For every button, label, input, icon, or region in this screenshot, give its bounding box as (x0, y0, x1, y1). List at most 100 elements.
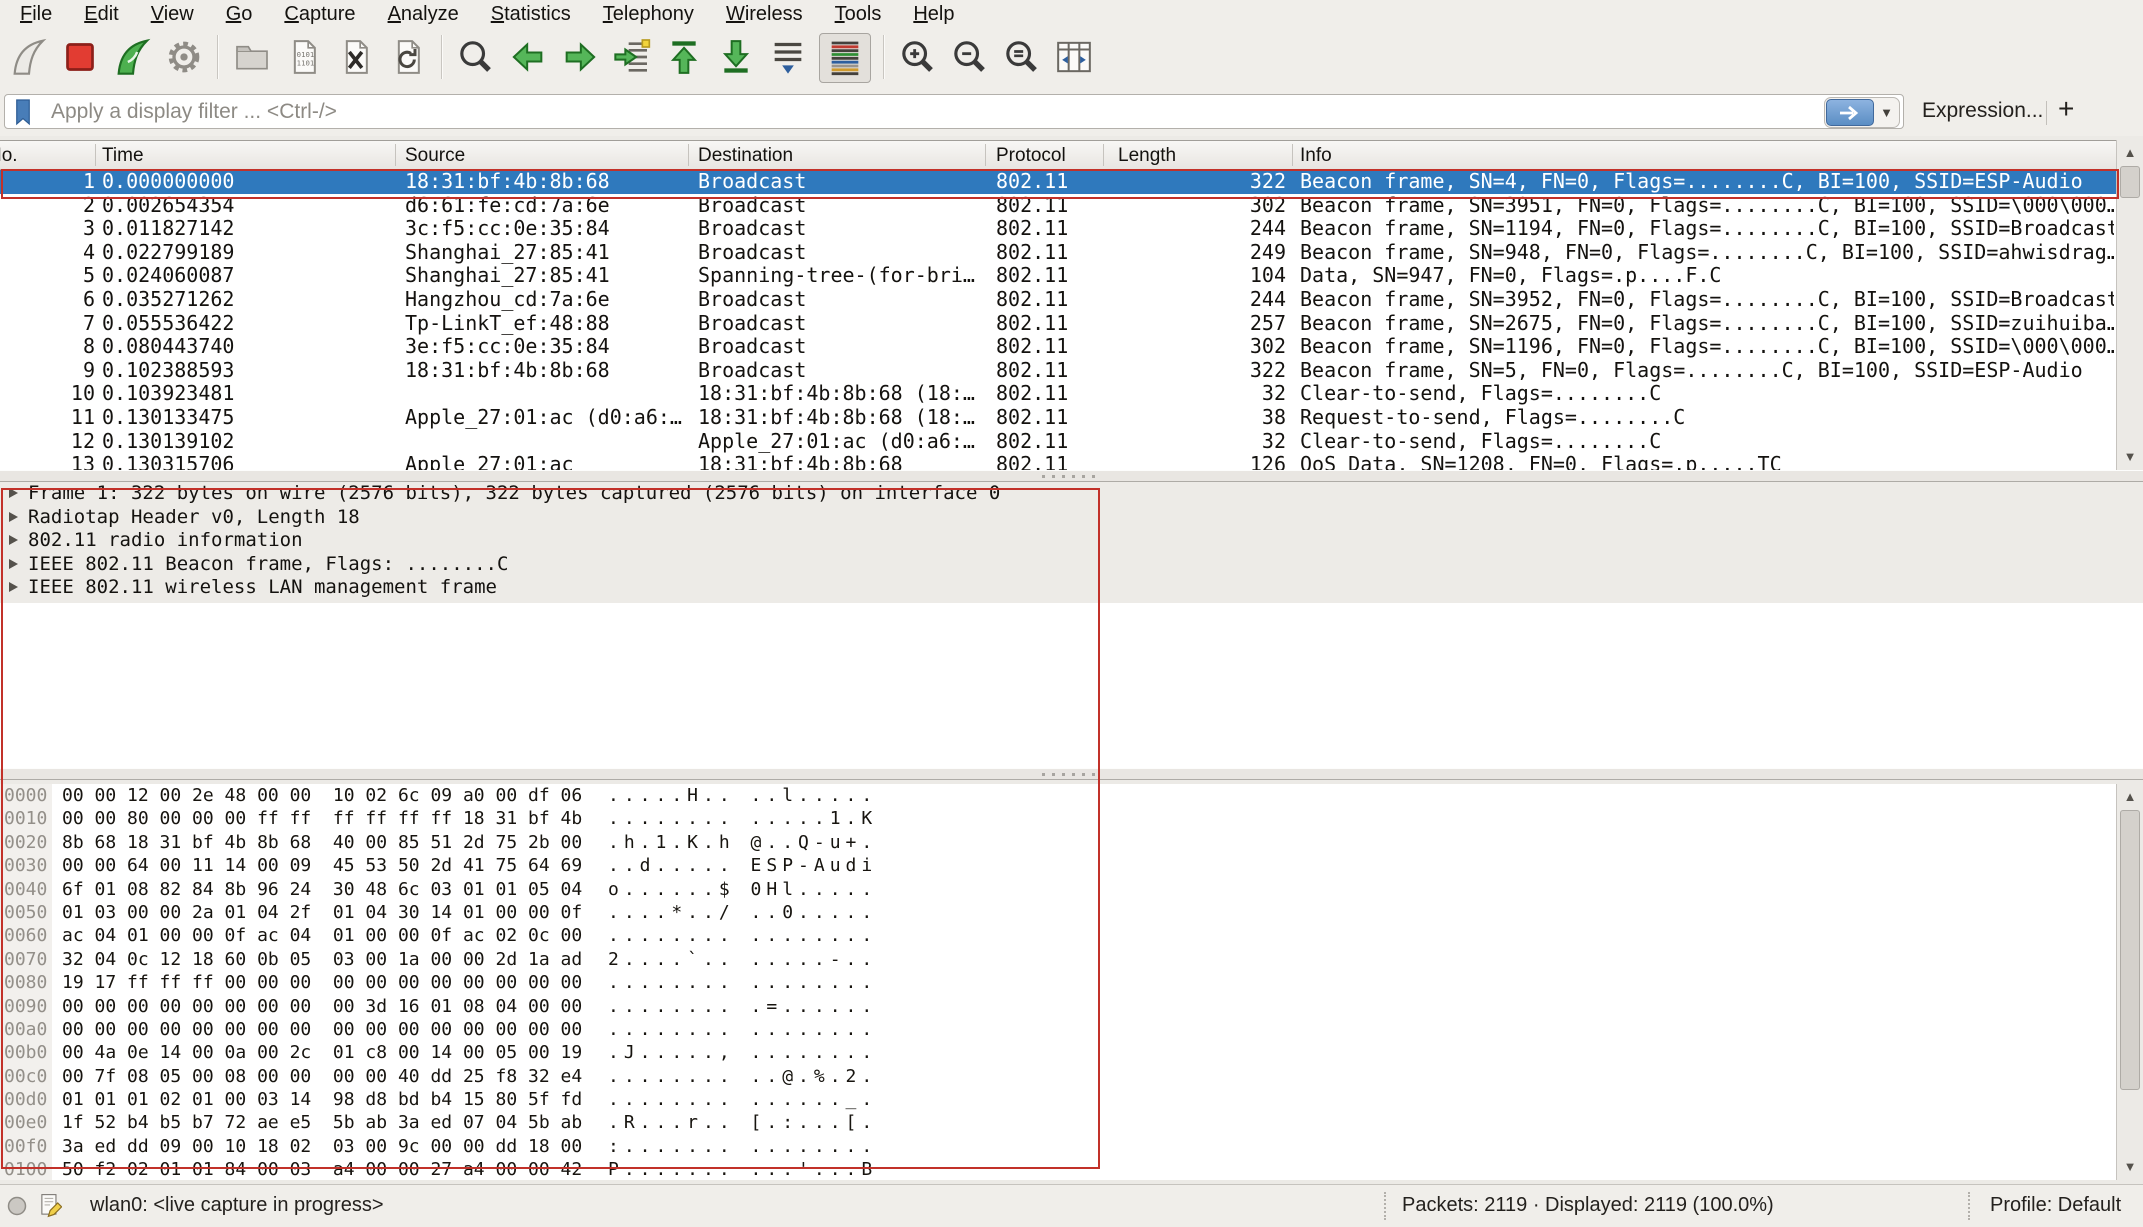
find-packet-button[interactable] (453, 33, 499, 81)
auto-scroll-button[interactable] (765, 33, 811, 81)
packet-bytes-scrollbar[interactable]: ▲ ▼ (2116, 784, 2143, 1180)
scrollbar-thumb[interactable] (2120, 166, 2140, 198)
column-header-destination[interactable]: Destination (698, 145, 793, 167)
column-separator[interactable] (95, 144, 96, 166)
go-forward-button[interactable] (557, 33, 603, 81)
column-header-source[interactable]: Source (405, 145, 465, 167)
column-header-time[interactable]: Time (102, 145, 144, 167)
hex-row[interactable]: 00f03a ed dd 09 00 10 18 02 03 00 9c 00 … (0, 1135, 2116, 1158)
menu-item-go[interactable]: Go (210, 1, 269, 27)
go-back-button[interactable] (505, 33, 551, 81)
menu-item-edit[interactable]: Edit (68, 1, 134, 27)
file-close-button[interactable] (333, 33, 379, 81)
detail-line[interactable]: 802.11 radio information (0, 529, 2143, 553)
capture-start-button[interactable] (5, 33, 51, 81)
expand-arrow-icon[interactable] (9, 582, 18, 592)
packet-row[interactable]: 70.055536422Tp-LinkT_ef:48:88Broadcast80… (0, 312, 2116, 336)
file-open-button[interactable] (229, 33, 275, 81)
pane-splitter-bottom[interactable] (0, 768, 2143, 780)
detail-line[interactable]: IEEE 802.11 Beacon frame, Flags: .......… (0, 553, 2143, 577)
go-first-button[interactable] (661, 33, 707, 81)
menu-item-analyze[interactable]: Analyze (372, 1, 475, 27)
profile-selector[interactable]: Profile: Default (1990, 1194, 2121, 1217)
capture-stop-button[interactable] (57, 33, 103, 81)
column-separator[interactable] (1103, 144, 1104, 166)
scroll-up-icon[interactable]: ▲ (2117, 142, 2143, 164)
packet-details-pane[interactable]: Frame 1: 322 bytes on wire (2576 bits), … (0, 482, 2143, 768)
bookmark-icon[interactable] (14, 99, 32, 131)
packet-row[interactable]: 60.035271262Hangzhou_cd:7a:6eBroadcast80… (0, 288, 2116, 312)
zoom-out-button[interactable] (947, 33, 993, 81)
column-separator[interactable] (1292, 144, 1293, 166)
go-to-packet-button[interactable] (609, 33, 655, 81)
column-header-protocol[interactable]: Protocol (996, 145, 1066, 167)
hex-row[interactable]: 00208b 68 18 31 bf 4b 8b 68 40 00 85 51 … (0, 831, 2116, 854)
capture-restart-button[interactable] (109, 33, 155, 81)
packet-list[interactable]: 10.00000000018:31:bf:4b:8b:68Broadcast80… (0, 170, 2116, 470)
packet-row[interactable]: 30.0118271423c:f5:cc:0e:35:84Broadcast80… (0, 217, 2116, 241)
menu-item-statistics[interactable]: Statistics (475, 1, 587, 27)
packet-row[interactable]: 130.130315706Apple_27:01:ac18:31:bf:4b:8… (0, 453, 2116, 470)
packet-row[interactable]: 90.10238859318:31:bf:4b:8b:68Broadcast80… (0, 359, 2116, 383)
filter-history-caret-icon[interactable]: ▼ (1874, 105, 1899, 120)
menu-item-help[interactable]: Help (897, 1, 970, 27)
display-filter-input[interactable]: Apply a display filter ... <Ctrl-/> ▼ (4, 94, 1904, 129)
detail-line[interactable]: IEEE 802.11 wireless LAN management fram… (0, 576, 2143, 600)
column-separator[interactable] (985, 144, 986, 166)
zoom-reset-button[interactable] (999, 33, 1045, 81)
hex-row[interactable]: 00e01f 52 b4 b5 b7 72 ae e5 5b ab 3a ed … (0, 1111, 2116, 1134)
capture-options-button[interactable] (161, 33, 207, 81)
packet-row[interactable]: 40.022799189Shanghai_27:85:41Broadcast80… (0, 241, 2116, 265)
hex-row[interactable]: 0060ac 04 01 00 00 0f ac 04 01 00 00 0f … (0, 924, 2116, 947)
pane-splitter-top[interactable] (0, 470, 2143, 482)
menu-item-tools[interactable]: Tools (819, 1, 898, 27)
packet-row[interactable]: 50.024060087Shanghai_27:85:41Spanning-tr… (0, 264, 2116, 288)
hex-row[interactable]: 007032 04 0c 12 18 60 0b 05 03 00 1a 00 … (0, 948, 2116, 971)
packet-row[interactable]: 110.130133475Apple_27:01:ac (d0:a6:…18:3… (0, 406, 2116, 430)
hex-row[interactable]: 008019 17 ff ff ff 00 00 00 00 00 00 00 … (0, 971, 2116, 994)
file-reload-button[interactable] (385, 33, 431, 81)
menu-item-view[interactable]: View (135, 1, 210, 27)
hex-row[interactable]: 000000 00 12 00 2e 48 00 00 10 02 6c 09 … (0, 784, 2116, 807)
scroll-down-icon[interactable]: ▼ (2117, 1156, 2143, 1178)
packet-row[interactable]: 10.00000000018:31:bf:4b:8b:68Broadcast80… (0, 170, 2116, 194)
column-header-info[interactable]: Info (1300, 145, 2114, 167)
expert-info-icon[interactable] (6, 1195, 28, 1223)
colorize-button[interactable] (819, 33, 871, 83)
scroll-down-icon[interactable]: ▼ (2117, 446, 2143, 468)
hex-row[interactable]: 00c000 7f 08 05 00 08 00 00 00 00 40 dd … (0, 1065, 2116, 1088)
packet-row[interactable]: 100.10392348118:31:bf:4b:8b:68 (18:…802.… (0, 382, 2116, 406)
expression-button[interactable]: Expression... (1922, 99, 2043, 123)
go-last-button[interactable] (713, 33, 759, 81)
resize-columns-button[interactable] (1051, 33, 1097, 81)
hex-row[interactable]: 003000 00 64 00 11 14 00 09 45 53 50 2d … (0, 854, 2116, 877)
expand-arrow-icon[interactable] (9, 488, 18, 498)
capture-comment-icon[interactable] (38, 1193, 62, 1225)
file-save-button[interactable]: 01011101 (281, 33, 327, 81)
hex-row[interactable]: 00406f 01 08 82 84 8b 96 24 30 48 6c 03 … (0, 878, 2116, 901)
hex-row[interactable]: 010050 f2 02 01 01 84 00 03 a4 00 00 27 … (0, 1158, 2116, 1180)
hex-row[interactable]: 005001 03 00 00 2a 01 04 2f 01 04 30 14 … (0, 901, 2116, 924)
expand-arrow-icon[interactable] (9, 512, 18, 522)
menu-item-telephony[interactable]: Telephony (587, 1, 710, 27)
apply-filter-button[interactable] (1826, 99, 1874, 126)
hex-row[interactable]: 00b000 4a 0e 14 00 0a 00 2c 01 c8 00 14 … (0, 1041, 2116, 1064)
packet-row[interactable]: 120.130139102Apple_27:01:ac (d0:a6:…802.… (0, 430, 2116, 454)
expand-arrow-icon[interactable] (9, 559, 18, 569)
scrollbar-thumb[interactable] (2120, 810, 2140, 1090)
hex-row[interactable]: 00a000 00 00 00 00 00 00 00 00 00 00 00 … (0, 1018, 2116, 1041)
add-filter-button[interactable]: + (2058, 93, 2074, 125)
menu-item-capture[interactable]: Capture (268, 1, 371, 27)
menu-item-file[interactable]: File (4, 1, 68, 27)
detail-line[interactable]: Frame 1: 322 bytes on wire (2576 bits), … (0, 482, 2143, 506)
hex-row[interactable]: 001000 00 80 00 00 00 ff ff ff ff ff ff … (0, 807, 2116, 830)
expand-arrow-icon[interactable] (9, 535, 18, 545)
column-separator[interactable] (688, 144, 689, 166)
detail-line[interactable]: Radiotap Header v0, Length 18 (0, 506, 2143, 530)
column-header-no[interactable]: No. (0, 145, 18, 167)
hex-row[interactable]: 009000 00 00 00 00 00 00 00 00 3d 16 01 … (0, 995, 2116, 1018)
zoom-in-button[interactable] (895, 33, 941, 81)
packet-bytes-pane[interactable]: 000000 00 12 00 2e 48 00 00 10 02 6c 09 … (0, 784, 2116, 1180)
menu-item-wireless[interactable]: Wireless (710, 1, 819, 27)
packet-row[interactable]: 20.002654354d6:61:fe:cd:7a:6eBroadcast80… (0, 194, 2116, 218)
